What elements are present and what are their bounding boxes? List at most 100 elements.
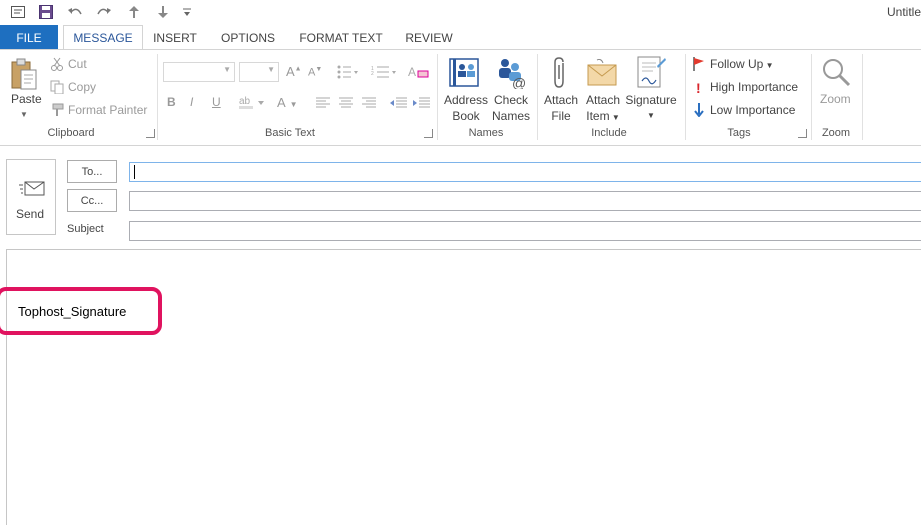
check-names-icon: @ [495,57,527,89]
check-names-label-line2: Names [491,109,530,123]
font-color-button[interactable]: A ▼ [277,95,298,110]
to-field[interactable] [129,162,921,182]
shrink-font-button[interactable]: A▼ [308,66,322,79]
signature-icon [635,56,667,90]
paste-button[interactable]: Paste [11,92,42,106]
signature-text[interactable]: Tophost_Signature [18,304,126,319]
send-label: Send [16,207,45,221]
highlight-icon[interactable]: ab [238,94,270,110]
flag-icon [692,57,706,71]
cut-button[interactable]: Cut [68,57,87,71]
italic-button[interactable]: I [190,95,193,109]
text-cursor [134,165,135,179]
low-importance-button[interactable]: Low Importance [710,103,795,117]
names-group-label: Names [468,127,504,139]
send-envelope-icon [18,178,46,198]
check-names-label-line1: Check [493,93,528,107]
down-arrow-icon[interactable] [154,3,172,21]
decrease-indent-icon[interactable] [390,96,408,110]
font-color-label: A [277,95,286,110]
clear-format-icon[interactable]: A [407,64,431,80]
high-importance-button[interactable]: High Importance [710,80,798,94]
outlook-icon [9,3,27,21]
separator [685,54,686,140]
basic-text-group-label: Basic Text [265,127,315,139]
tags-launcher-icon[interactable] [798,129,807,138]
tab-insert[interactable]: INSERT [145,25,205,50]
format-painter-button[interactable]: Format Painter [68,103,147,117]
subject-field[interactable] [129,221,921,241]
align-right-icon[interactable] [362,96,378,110]
window-title: Untitle [886,5,921,19]
increase-indent-icon[interactable] [413,96,431,110]
format-painter-icon [50,103,64,117]
svg-text:ab: ab [239,96,251,107]
address-book-label-line1: Address [444,93,489,107]
subject-label: Subject [67,223,104,235]
tab-options[interactable]: OPTIONS [213,25,283,50]
to-button[interactable]: To... [67,160,117,183]
paperclip-icon [551,56,571,90]
font-size-combo[interactable]: ▼ [239,62,279,82]
attach-file-label-line2: File [551,109,571,123]
paste-icon[interactable] [10,57,38,91]
cut-icon [50,57,64,71]
align-center-icon[interactable] [339,96,355,110]
grow-font-label: A [286,64,295,79]
redo-icon[interactable] [95,3,113,21]
underline-button[interactable]: U [212,95,221,109]
separator [862,54,863,140]
tab-review[interactable]: REVIEW [398,25,460,50]
attach-file-button[interactable]: Attach File [541,92,581,124]
signature-button[interactable]: Signature ▼ [623,92,679,124]
clipboard-group-label: Clipboard [47,127,95,139]
copy-button[interactable]: Copy [68,80,96,94]
separator [537,54,538,140]
numbering-icon[interactable]: 12 [371,64,399,80]
follow-up-button[interactable]: Follow Up ▼ [710,57,774,71]
tab-message[interactable]: MESSAGE [63,25,143,50]
zoom-group-label: Zoom [821,127,851,139]
svg-text:2: 2 [371,71,374,77]
bullets-icon[interactable] [337,64,359,80]
tab-format-text[interactable]: FORMAT TEXT [293,25,389,50]
address-book-icon [449,57,481,89]
magnifier-icon [820,56,852,88]
up-arrow-icon[interactable] [125,3,143,21]
check-names-button[interactable]: Check Names [489,92,533,124]
separator [157,54,158,140]
grow-font-button[interactable]: A▲ [286,64,302,79]
envelope-icon [587,57,619,89]
align-left-icon[interactable] [316,96,332,110]
send-button[interactable]: Send [6,159,56,235]
paste-dropdown-icon[interactable]: ▼ [20,110,28,119]
customize-qat-icon[interactable] [178,3,196,21]
attach-item-button[interactable]: Attach Item ▼ [582,92,624,126]
separator [437,54,438,140]
address-book-label-line2: Book [452,109,480,123]
undo-icon[interactable] [66,3,84,21]
address-book-button[interactable]: Address Book [444,92,488,124]
attach-item-label-line1: Attach [585,93,621,107]
tags-group-label: Tags [727,127,751,139]
basic-text-launcher-icon[interactable] [424,129,433,138]
font-name-combo[interactable]: ▼ [163,62,235,82]
clipboard-launcher-icon[interactable] [146,129,155,138]
bold-button[interactable]: B [167,95,176,109]
high-importance-icon: ! [696,80,701,96]
zoom-button[interactable]: Zoom [820,92,851,106]
low-importance-icon [693,103,705,117]
svg-text:A: A [408,65,416,79]
separator [811,54,812,140]
include-group-label: Include [591,127,627,139]
tab-file[interactable]: FILE [0,25,58,50]
svg-text:@: @ [512,75,526,89]
follow-up-label: Follow Up [710,57,764,71]
copy-icon [50,80,64,94]
cc-field[interactable] [129,191,921,211]
signature-label: Signature [625,93,677,107]
attach-file-label-line1: Attach [543,93,579,107]
cc-button[interactable]: Cc... [67,189,117,212]
attach-item-label-line2: Item [586,109,610,123]
save-icon[interactable] [37,3,55,21]
